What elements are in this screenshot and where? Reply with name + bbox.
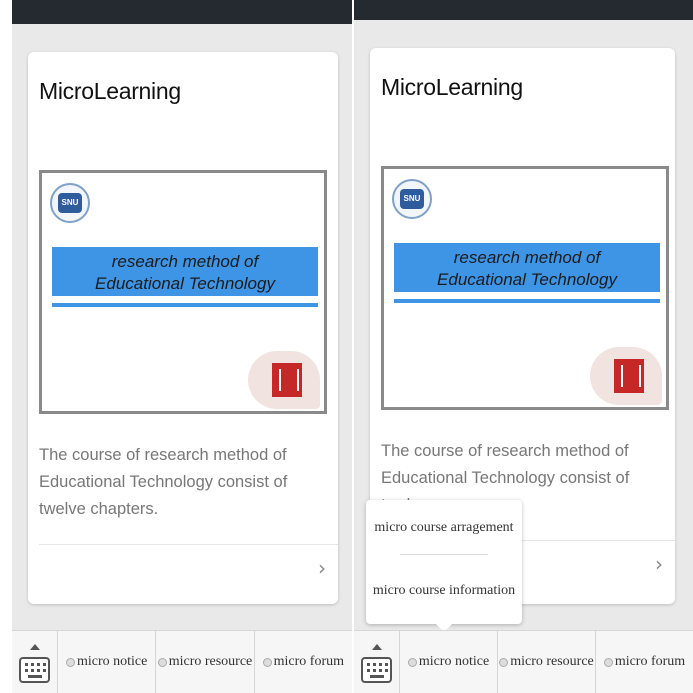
university-logo-icon: SNU — [50, 183, 90, 223]
tab-bullet-icon — [603, 657, 613, 667]
cover-banner: research method of Educational Technolog… — [394, 243, 660, 295]
tab-label: micro forum — [614, 654, 686, 669]
red-seal-icon — [614, 359, 644, 393]
bottom-tab-bar: micro notice micro resource micro forum — [354, 630, 693, 693]
chevron-right-icon[interactable]: › — [318, 556, 326, 580]
tab-bullet-icon — [65, 657, 75, 667]
tab-micro-notice[interactable]: micro notice — [58, 631, 157, 693]
banner-line-1: research method of — [453, 248, 601, 267]
university-logo-icon: SNU — [392, 179, 432, 219]
tab-label: micro notice — [76, 654, 148, 669]
card-title: MicroLearning — [39, 78, 181, 104]
right-screen: MicroLearning SNU research method of Edu… — [354, 0, 693, 693]
card-title: MicroLearning — [381, 74, 523, 100]
banner-line-2: Educational Technology — [95, 274, 275, 293]
tab-bullet-icon — [407, 657, 417, 667]
micro-notice-popup-menu: micro course arragement micro course inf… — [366, 500, 522, 632]
banner-line-1: research method of — [111, 252, 259, 271]
logo-text: SNU — [400, 189, 424, 209]
keyboard-icon — [361, 657, 392, 683]
banner-underline — [394, 299, 660, 303]
tab-label: micro resource — [168, 654, 253, 669]
tab-micro-resource[interactable]: micro resource — [498, 631, 596, 693]
bottom-tab-bar: micro notice micro resource micro forum — [12, 630, 352, 693]
up-arrow-icon — [30, 644, 40, 650]
tab-bullet-icon — [262, 657, 272, 667]
course-card[interactable]: MicroLearning SNU research method of Edu… — [28, 52, 338, 604]
keyboard-toggle-button[interactable] — [12, 631, 58, 693]
status-bar — [12, 0, 352, 24]
tab-label: micro forum — [273, 654, 344, 669]
menu-item-course-information[interactable]: micro course information — [366, 583, 522, 599]
tab-label: micro notice — [418, 654, 490, 669]
cover-banner: research method of Educational Technolog… — [52, 247, 318, 299]
logo-text: SNU — [58, 193, 82, 213]
red-seal-icon — [272, 363, 302, 397]
banner-line-2: Educational Technology — [437, 270, 617, 289]
left-screen: MicroLearning SNU research method of Edu… — [12, 0, 352, 693]
course-cover-image: SNU research method of Educational Techn… — [381, 166, 669, 410]
keyboard-icon — [19, 657, 50, 683]
menu-divider — [400, 554, 488, 555]
tab-micro-forum[interactable]: micro forum — [596, 631, 693, 693]
tab-bullet-icon — [499, 657, 509, 667]
status-bar — [354, 0, 693, 20]
tab-micro-notice[interactable]: micro notice — [400, 631, 498, 693]
tab-micro-resource[interactable]: micro resource — [156, 631, 255, 693]
course-description: The course of research method of Educati… — [39, 446, 288, 518]
tab-bullet-icon — [157, 657, 167, 667]
keyboard-toggle-button[interactable] — [354, 631, 400, 693]
chevron-right-icon[interactable]: › — [655, 552, 663, 576]
course-cover-image: SNU research method of Educational Techn… — [39, 170, 327, 414]
card-divider — [39, 544, 338, 545]
menu-item-course-arrangement[interactable]: micro course arragement — [366, 520, 522, 536]
up-arrow-icon — [372, 644, 382, 650]
banner-underline — [52, 303, 318, 307]
tab-micro-forum[interactable]: micro forum — [255, 631, 352, 693]
tab-label: micro resource — [510, 654, 594, 669]
